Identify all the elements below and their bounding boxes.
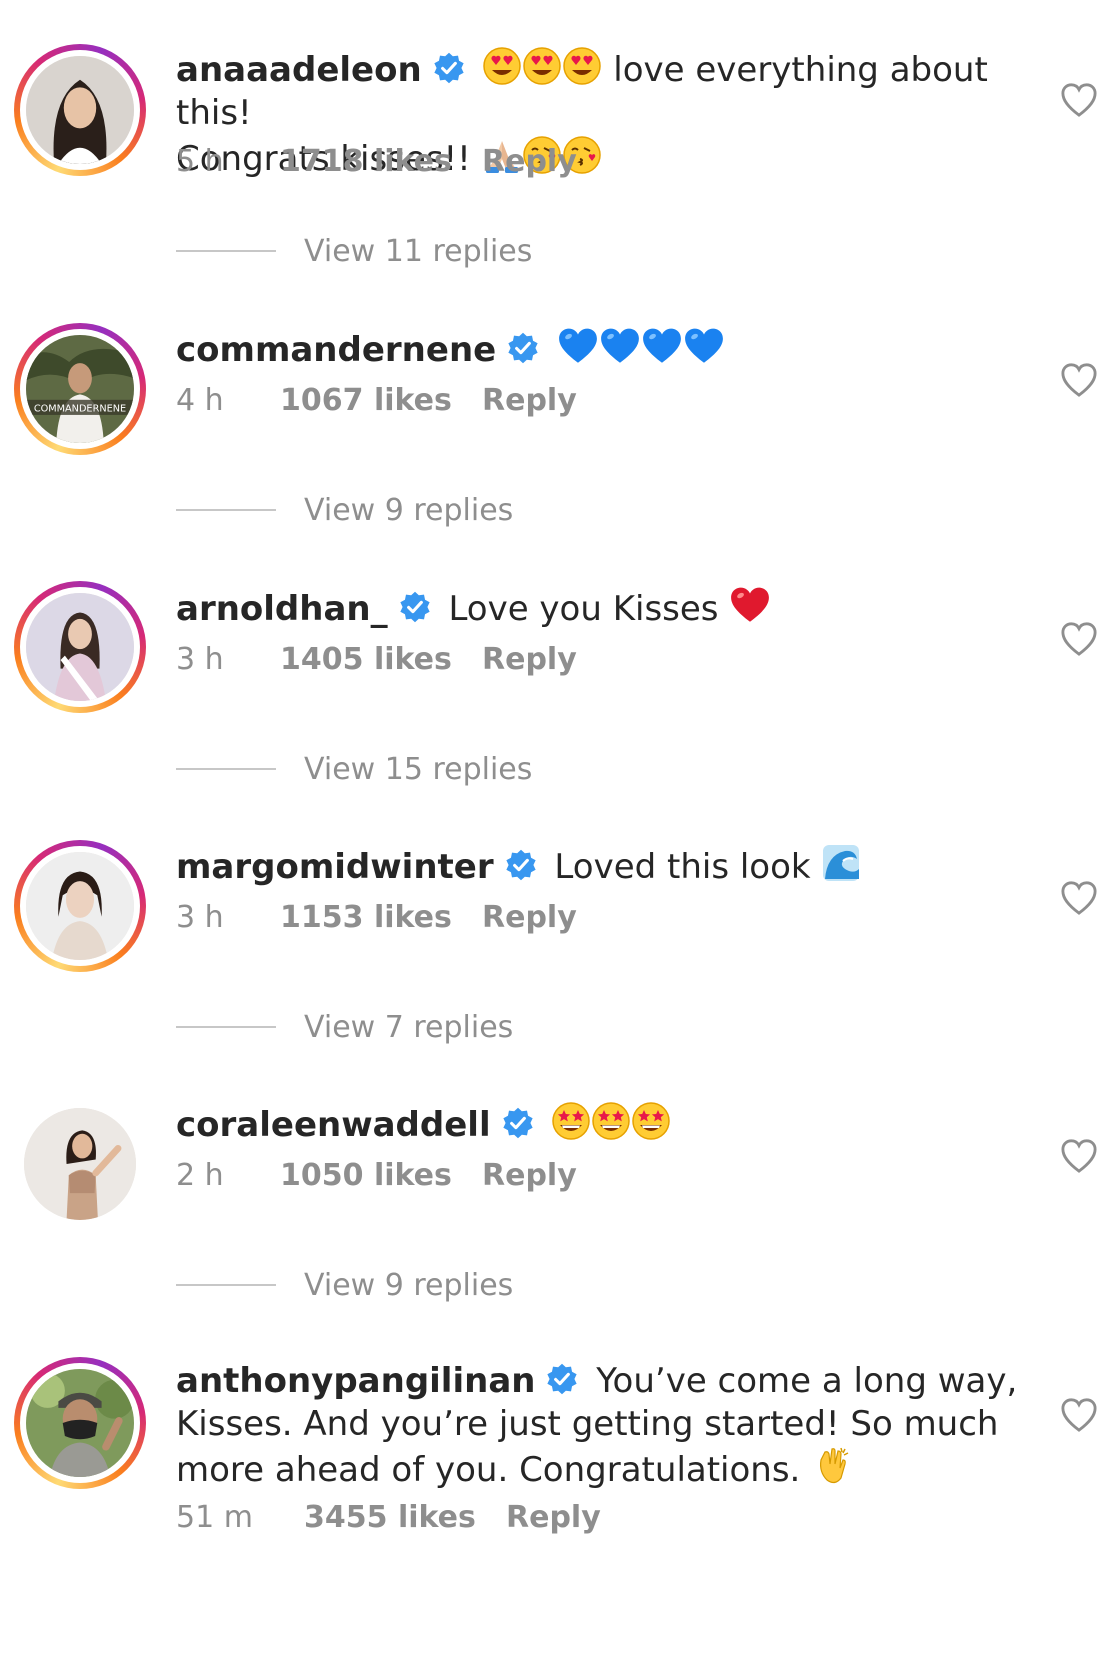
reply-button[interactable]: Reply — [482, 1158, 577, 1193]
reply-button[interactable]: Reply — [506, 1500, 601, 1535]
verified-badge-icon — [398, 590, 432, 624]
heart-eyes-emoji — [482, 46, 522, 86]
divider — [176, 1026, 276, 1028]
heart-outline-icon[interactable] — [1060, 1138, 1098, 1174]
timestamp: 3 h — [176, 642, 224, 677]
avatar[interactable]: COMMANDERNENE — [26, 335, 134, 443]
username[interactable]: margomidwinter — [176, 847, 494, 887]
avatar[interactable] — [26, 852, 134, 960]
reply-button[interactable]: Reply — [482, 900, 577, 935]
likes-count[interactable]: 1405 likes — [280, 642, 482, 677]
divider — [176, 250, 276, 252]
username[interactable]: anaaadeleon — [176, 50, 422, 90]
verified-badge-icon — [506, 331, 540, 365]
heart-eyes-emoji — [562, 46, 602, 86]
avatar-text: COMMANDERNENE — [34, 404, 126, 415]
username[interactable]: coraleenwaddell — [176, 1105, 491, 1145]
comment-body: more ahead of you. Congratulations. — [176, 1450, 801, 1490]
star-eyes-emoji — [631, 1101, 671, 1141]
username[interactable]: anthonypangilinan — [176, 1361, 535, 1401]
avatar[interactable] — [26, 1369, 134, 1477]
avatar[interactable] — [26, 56, 134, 164]
comment-text: commandernene — [176, 326, 1036, 372]
comment-text: anthonypangilinan You’ve come a long way… — [176, 1360, 1036, 1492]
view-replies-label: View 9 replies — [304, 493, 514, 528]
verified-badge-icon — [504, 848, 538, 882]
avatar-story-ring[interactable]: COMMANDERNENE — [14, 323, 146, 455]
blue-heart-emoji — [683, 326, 725, 366]
likes-count[interactable]: 1153 likes — [280, 900, 482, 935]
avatar-story-ring[interactable] — [14, 44, 146, 176]
comment-text: coraleenwaddell — [176, 1101, 1036, 1147]
timestamp: 4 h — [176, 383, 224, 418]
verified-badge-icon — [432, 51, 466, 85]
avatar-story-ring[interactable] — [14, 1357, 146, 1489]
divider — [176, 1284, 276, 1286]
blue-heart-emoji — [641, 326, 683, 366]
view-replies-label: View 9 replies — [304, 1268, 514, 1303]
comment-meta: 5 h 1718 likes Reply — [176, 144, 577, 179]
heart-outline-icon[interactable] — [1060, 82, 1098, 118]
timestamp: 2 h — [176, 1158, 224, 1193]
avatar-story-ring[interactable] — [14, 840, 146, 972]
avatar[interactable] — [24, 1108, 136, 1220]
star-eyes-emoji — [551, 1101, 591, 1141]
verified-badge-icon — [545, 1362, 579, 1396]
comment-meta: 3 h 1153 likes Reply — [176, 900, 577, 935]
view-replies-button[interactable]: View 9 replies — [176, 1268, 513, 1303]
view-replies-button[interactable]: View 15 replies — [176, 752, 532, 787]
verified-badge-icon — [501, 1106, 535, 1140]
timestamp: 3 h — [176, 900, 224, 935]
view-replies-label: View 7 replies — [304, 1010, 514, 1045]
comment-body: Love you Kisses — [448, 589, 719, 629]
red-heart-emoji — [729, 585, 771, 625]
reply-button[interactable]: Reply — [482, 144, 577, 179]
view-replies-button[interactable]: View 9 replies — [176, 493, 513, 528]
heart-outline-icon[interactable] — [1060, 1397, 1098, 1433]
star-eyes-emoji — [591, 1101, 631, 1141]
avatar-story-ring[interactable] — [14, 581, 146, 713]
view-replies-label: View 11 replies — [304, 234, 533, 269]
reply-button[interactable]: Reply — [482, 383, 577, 418]
wave-emoji — [821, 843, 861, 883]
reply-button[interactable]: Reply — [482, 642, 577, 677]
clapping-hands-emoji — [811, 1446, 851, 1486]
heart-eyes-emoji — [522, 46, 562, 86]
heart-outline-icon[interactable] — [1060, 362, 1098, 398]
divider — [176, 768, 276, 770]
avatar-container[interactable] — [14, 1098, 146, 1230]
timestamp: 5 h — [176, 144, 224, 179]
blue-heart-emoji — [599, 326, 641, 366]
heart-outline-icon[interactable] — [1060, 880, 1098, 916]
likes-count[interactable]: 1067 likes — [280, 383, 482, 418]
comment-body: Loved this look — [554, 847, 811, 887]
comment-meta: 4 h 1067 likes Reply — [176, 383, 577, 418]
comment-text: margomidwinter Loved this look — [176, 843, 1036, 889]
divider — [176, 509, 276, 511]
username[interactable]: commandernene — [176, 330, 496, 370]
view-replies-button[interactable]: View 11 replies — [176, 234, 532, 269]
view-replies-label: View 15 replies — [304, 752, 533, 787]
comment-text: arnoldhan_ Love you Kisses — [176, 585, 1036, 631]
comment-meta: 3 h 1405 likes Reply — [176, 642, 577, 677]
timestamp: 51 m — [176, 1500, 253, 1535]
blue-heart-emoji — [557, 326, 599, 366]
likes-count[interactable]: 3455 likes — [304, 1500, 506, 1535]
likes-count[interactable]: 1718 likes — [280, 144, 482, 179]
comment-meta: 2 h 1050 likes Reply — [176, 1158, 577, 1193]
username[interactable]: arnoldhan_ — [176, 589, 388, 629]
comment-meta: 51 m 3455 likes Reply — [176, 1500, 601, 1535]
comment-body: Kisses. And you’re just getting started!… — [176, 1404, 999, 1444]
comment-body: You’ve come a long way, — [596, 1361, 1018, 1401]
likes-count[interactable]: 1050 likes — [280, 1158, 482, 1193]
heart-outline-icon[interactable] — [1060, 621, 1098, 657]
view-replies-button[interactable]: View 7 replies — [176, 1010, 513, 1045]
avatar[interactable] — [26, 593, 134, 701]
